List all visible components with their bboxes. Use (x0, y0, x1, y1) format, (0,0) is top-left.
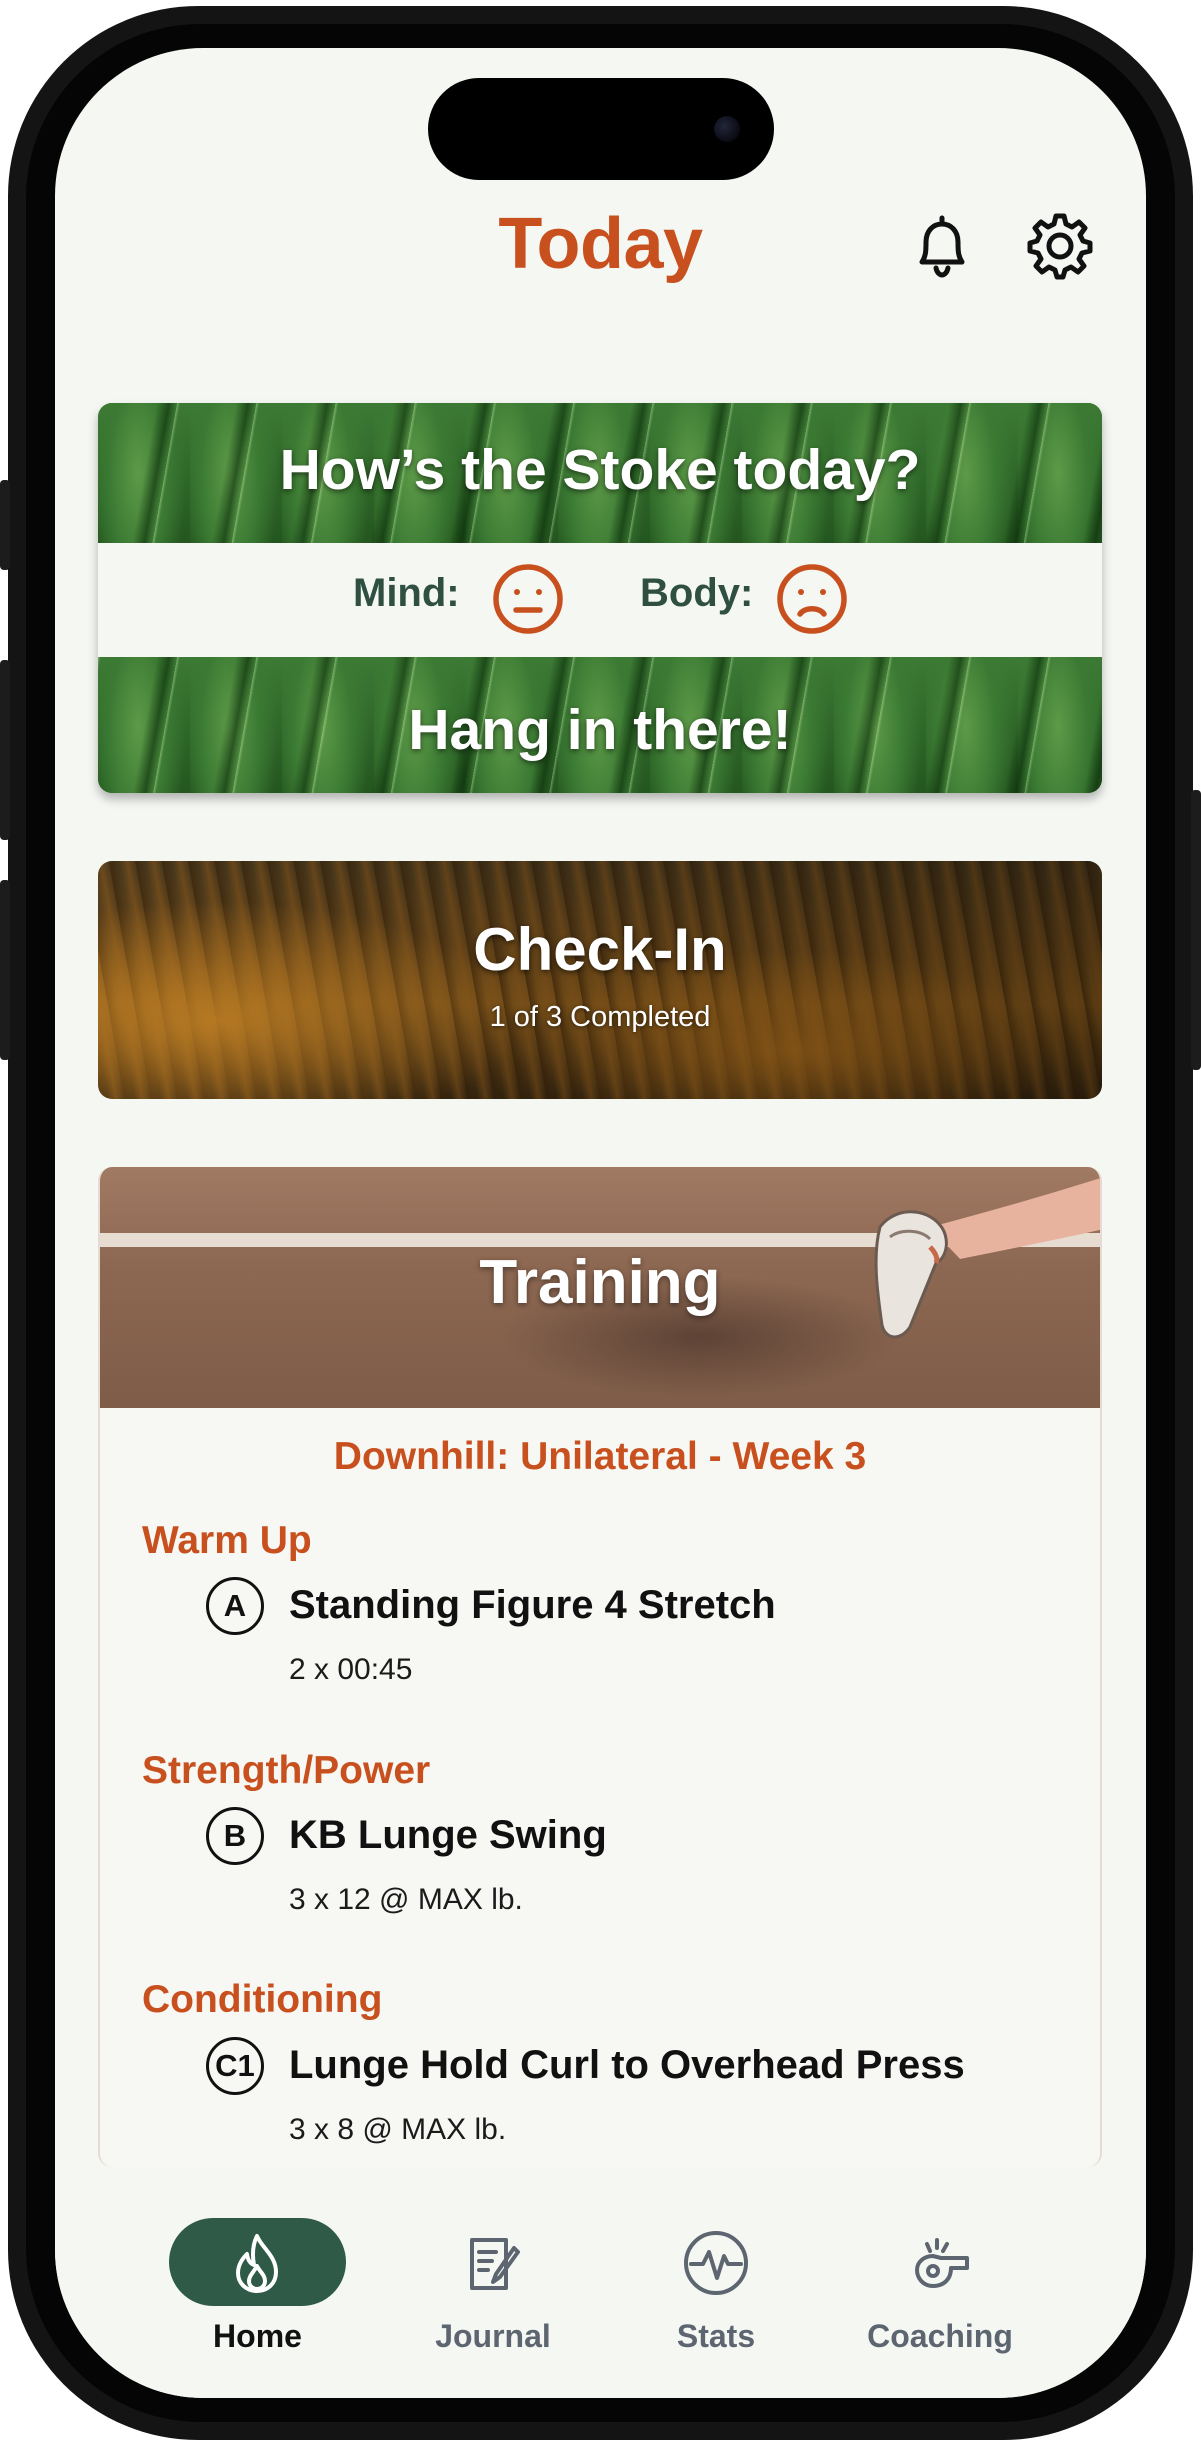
pulse-icon (681, 2228, 751, 2298)
page-title: Today (498, 204, 703, 284)
flame-icon (222, 2228, 292, 2298)
training-title: Training (479, 1248, 721, 1317)
leaf-background: Hang in there! (98, 657, 1102, 793)
journal-icon (458, 2228, 528, 2298)
stoke-question: How’s the Stoke today? (279, 438, 921, 502)
checkin-progress: 1 of 3 Completed (489, 1001, 711, 1033)
mind-label: Mind: (353, 571, 460, 615)
program-name[interactable]: Downhill: Unilateral - Week 3 (100, 1435, 1100, 1479)
tab-stats[interactable]: Stats (621, 2178, 811, 2354)
section-title-warm-up: Warm Up (142, 1519, 312, 1562)
neutral-face-icon[interactable] (492, 563, 564, 635)
gear-icon[interactable] (1020, 206, 1100, 286)
exercise-name[interactable]: Standing Figure 4 Stretch (289, 1583, 776, 1628)
dynamic-island (428, 78, 774, 180)
exercise-badge: C1 (206, 2037, 264, 2095)
bell-icon[interactable] (902, 206, 982, 286)
tab-home[interactable]: Home (154, 2178, 361, 2354)
app-screen: Today How’s the Stoke today? Mind: Body:… (55, 48, 1146, 2398)
mood-row: Mind: Body: (98, 543, 1102, 657)
leaf-background: How’s the Stoke today? (98, 403, 1102, 543)
volume-up-button (0, 660, 10, 840)
checkin-title: Check-In (473, 916, 727, 983)
stoke-card[interactable]: How’s the Stoke today? Mind: Body: Hang … (98, 403, 1102, 793)
section-title-strength-power: Strength/Power (142, 1749, 431, 1792)
action-button (0, 480, 10, 570)
power-button (1191, 790, 1201, 1070)
volume-down-button (0, 880, 10, 1060)
whistle-icon (905, 2228, 975, 2298)
checkin-card[interactable]: Check-In 1 of 3 Completed (98, 861, 1102, 1099)
tab-bar: Home Journal Stats Coaching (55, 2178, 1146, 2398)
tab-journal-label: Journal (435, 2318, 551, 2354)
exercise-detail: 3 x 8 @ MAX lb. (289, 2113, 507, 2146)
exercise-name[interactable]: Lunge Hold Curl to Overhead Press (289, 2043, 965, 2088)
exercise-detail: 3 x 12 @ MAX lb. (289, 1883, 523, 1916)
body-label: Body: (640, 571, 754, 615)
training-card[interactable]: Training Downhill: Unilateral - Week 3 W… (98, 1167, 1102, 2167)
tab-coaching-label: Coaching (867, 2318, 1013, 2354)
exercise-badge: B (206, 1807, 264, 1865)
exercise-name[interactable]: KB Lunge Swing (289, 1813, 607, 1858)
tab-journal[interactable]: Journal (393, 2178, 593, 2354)
stoke-message: Hang in there! (408, 698, 792, 762)
road-background: Training (100, 1167, 1100, 1408)
sad-face-icon[interactable] (776, 563, 848, 635)
tab-stats-label: Stats (676, 2318, 756, 2354)
exercise-detail: 2 x 00:45 (289, 1653, 413, 1686)
tab-coaching[interactable]: Coaching (825, 2178, 1055, 2354)
front-camera (714, 116, 740, 142)
exercise-badge: A (206, 1577, 264, 1635)
tab-home-label: Home (213, 2318, 302, 2354)
section-title-conditioning: Conditioning (142, 1978, 383, 2021)
